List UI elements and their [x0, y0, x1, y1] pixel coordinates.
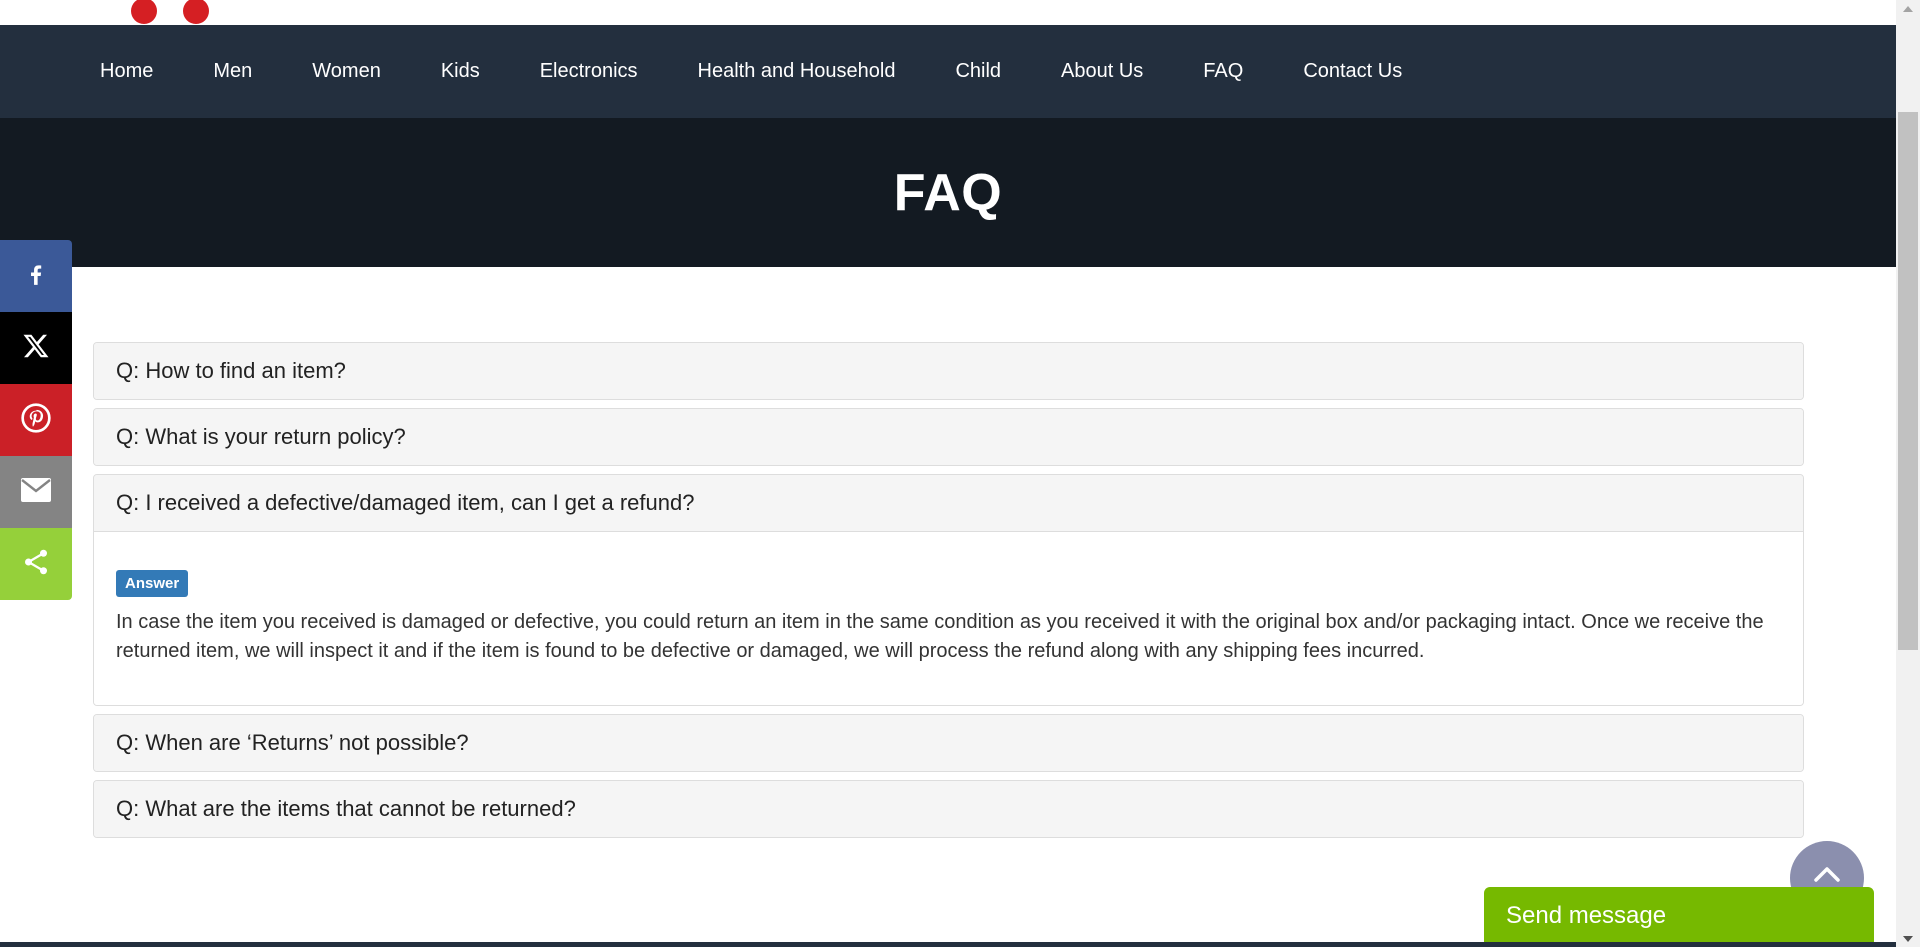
- red-dot-icon: [183, 0, 209, 24]
- x-icon: [21, 331, 51, 366]
- nav-item-home[interactable]: Home: [100, 25, 153, 118]
- page-header: FAQ: [0, 118, 1896, 267]
- main-navigation: Home Men Women Kids Electronics Health a…: [0, 25, 1896, 118]
- nav-item-faq[interactable]: FAQ: [1203, 25, 1243, 118]
- send-message-button[interactable]: Send message: [1484, 887, 1874, 947]
- nav-item-child[interactable]: Child: [955, 25, 1001, 118]
- nav-item-electronics[interactable]: Electronics: [540, 25, 638, 118]
- red-dot-icon: [131, 0, 157, 24]
- chevron-up-icon: [1813, 865, 1841, 888]
- scroll-down-arrow-icon[interactable]: [1896, 930, 1920, 947]
- nav-item-health-and-household[interactable]: Health and Household: [698, 25, 896, 118]
- nav-item-about-us[interactable]: About Us: [1061, 25, 1143, 118]
- faq-question-non-returnable-items[interactable]: Q: What are the items that cannot be ret…: [94, 781, 1803, 837]
- faq-accordion: Q: How to find an item? Q: What is your …: [93, 342, 1804, 846]
- facebook-icon: [23, 261, 49, 292]
- faq-question-defective-item[interactable]: Q: I received a defective/damaged item, …: [94, 475, 1803, 532]
- faq-question-returns-not-possible[interactable]: Q: When are ‘Returns’ not possible?: [94, 715, 1803, 771]
- answer-text: In case the item you received is damaged…: [116, 611, 1764, 662]
- nav-item-kids[interactable]: Kids: [441, 25, 480, 118]
- page: Home Men Women Kids Electronics Health a…: [0, 0, 1896, 947]
- faq-item: Q: How to find an item?: [93, 342, 1804, 400]
- footer-edge: [0, 942, 1896, 947]
- faq-question-find-item[interactable]: Q: How to find an item?: [94, 343, 1803, 399]
- faq-item-expanded: Q: I received a defective/damaged item, …: [93, 474, 1804, 706]
- top-strip: [0, 0, 1896, 25]
- faq-item: Q: When are ‘Returns’ not possible?: [93, 714, 1804, 772]
- nav-list: Home Men Women Kids Electronics Health a…: [100, 25, 1462, 118]
- x-share-button[interactable]: [0, 312, 72, 384]
- pinterest-share-button[interactable]: [0, 384, 72, 456]
- faq-item: Q: What are the items that cannot be ret…: [93, 780, 1804, 838]
- scroll-up-arrow-icon[interactable]: [1896, 0, 1920, 17]
- email-share-button[interactable]: [0, 456, 72, 528]
- email-icon: [20, 477, 52, 508]
- pinterest-icon: [20, 402, 52, 439]
- page-title: FAQ: [893, 163, 1003, 222]
- nav-item-contact-us[interactable]: Contact Us: [1303, 25, 1402, 118]
- facebook-share-button[interactable]: [0, 240, 72, 312]
- faq-question-return-policy[interactable]: Q: What is your return policy?: [94, 409, 1803, 465]
- answer-badge: Answer: [116, 570, 189, 597]
- nav-item-women[interactable]: Women: [312, 25, 381, 118]
- nav-item-men[interactable]: Men: [213, 25, 252, 118]
- faq-answer-panel: Answer In case the item you received is …: [94, 532, 1803, 705]
- faq-item: Q: What is your return policy?: [93, 408, 1804, 466]
- share-icon: [21, 547, 51, 582]
- scrollbar-thumb[interactable]: [1898, 112, 1918, 650]
- share-button[interactable]: [0, 528, 72, 600]
- social-share-bar: [0, 240, 72, 600]
